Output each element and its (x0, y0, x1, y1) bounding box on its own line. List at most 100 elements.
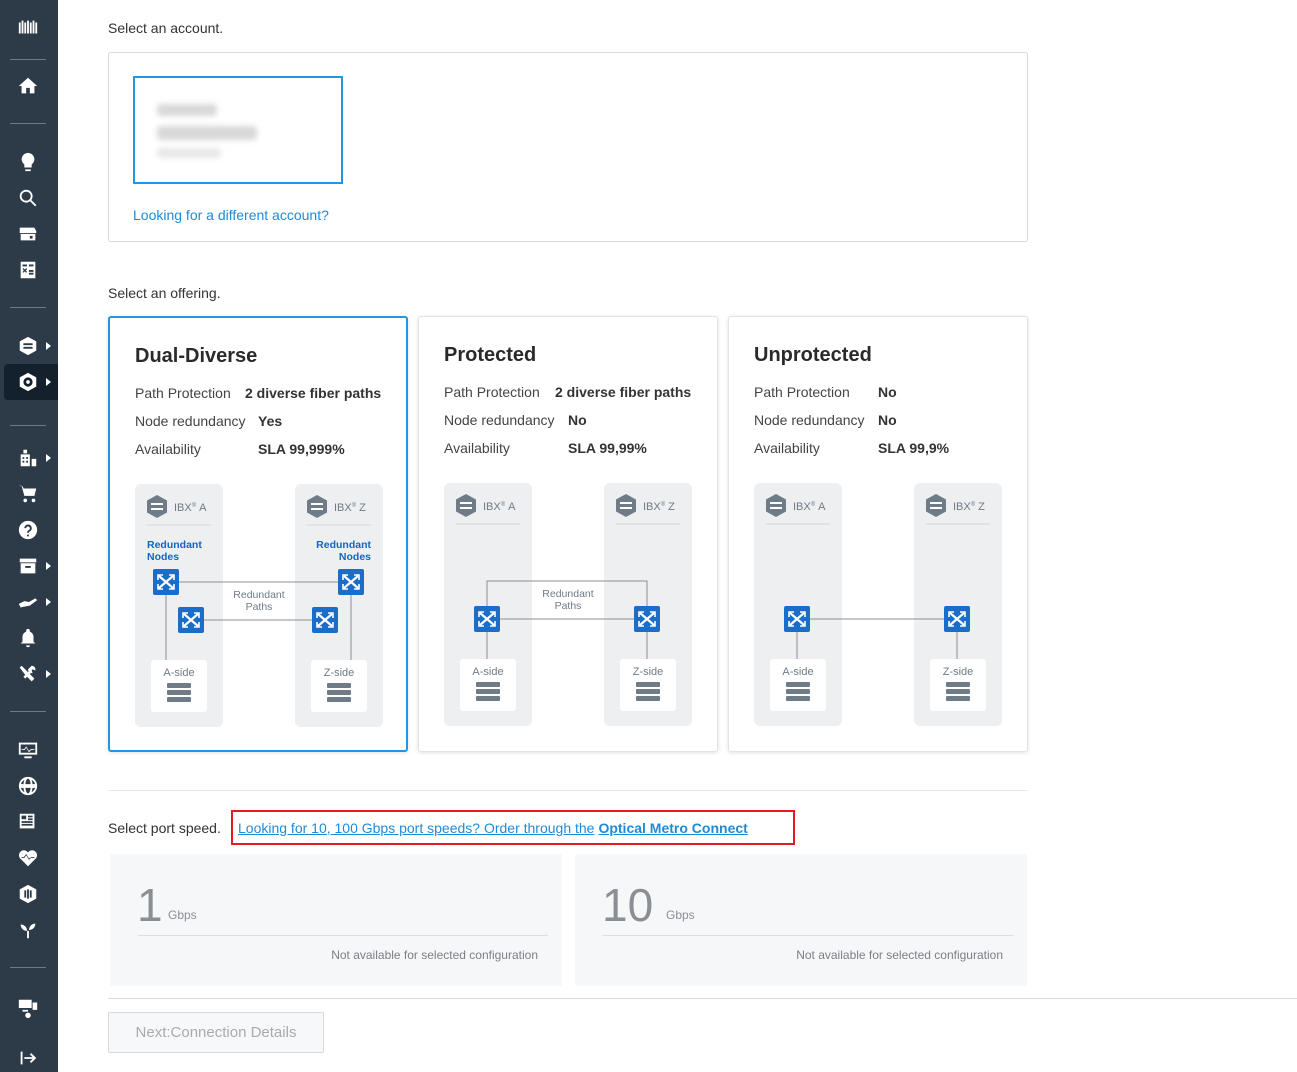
calculator-icon[interactable] (12, 254, 44, 286)
building-orders-icon[interactable] (12, 442, 44, 474)
ibx-z-label: IBX (953, 501, 971, 513)
z-side-box: Z-side (311, 660, 367, 712)
node-switch-icon (944, 606, 970, 632)
network-diagram: IBX® A IBX® Z A-side Z-side (754, 483, 1002, 726)
availability-value: SLA 99,9% (878, 440, 950, 456)
offer-title: Dual-Diverse (135, 345, 258, 367)
logout-icon[interactable] (12, 1042, 44, 1072)
archive-icon[interactable] (12, 550, 44, 582)
optical-metro-connect-link[interactable]: Looking for 10, 100 Gbps port speeds? Or… (231, 810, 795, 845)
server-icon (946, 682, 970, 701)
ibx-a-suffix: A (199, 502, 207, 514)
reg-mark: ® (501, 501, 506, 508)
different-account-link[interactable]: Looking for a different account? (133, 207, 329, 223)
svg-text:IBX®A: IBX® A (793, 501, 826, 513)
tools-icon[interactable] (12, 658, 44, 690)
ibx-z-label: IBX (334, 502, 352, 514)
devices-icon[interactable] (12, 992, 44, 1024)
home-icon[interactable] (12, 70, 44, 102)
path-protection-row: Path Protection 2 diverse fiber paths (135, 385, 381, 401)
node-switch-icon (338, 569, 364, 595)
reg-mark: ® (192, 502, 197, 509)
ibx-a-suffix: A (508, 501, 516, 513)
callout-text: Looking for 10, 100 Gbps port speeds? Or… (238, 819, 595, 836)
server-icon (476, 682, 500, 701)
node-redundancy-key: Node redundancy (444, 412, 555, 428)
reg-mark: ® (971, 501, 976, 508)
ibx-z-suffix: Z (359, 502, 366, 514)
z-side-box: Z-side (620, 659, 676, 711)
search-icon[interactable] (12, 182, 44, 214)
speed-unit: Gbps (666, 908, 695, 922)
redundant-paths-label: Redundant Paths (227, 588, 291, 614)
news-icon[interactable] (12, 806, 44, 838)
diagram-container: IBX® A IBX® Z Redundant Nodes Redundant No… (135, 484, 383, 729)
node-switch-icon (474, 606, 500, 632)
path-protection-row: Path Protection No (754, 384, 897, 400)
node-redundancy-key: Node redundancy (754, 412, 865, 428)
node-redundancy-value: Yes (258, 413, 283, 429)
redundant-nodes-label-z: Redundant (316, 539, 371, 551)
account-tile[interactable] (133, 76, 343, 184)
cart-icon[interactable] (12, 478, 44, 510)
path-protection-row: Path Protection 2 diverse fiber paths (444, 384, 691, 400)
a-side-label: A-side (472, 666, 503, 678)
path-protection-value: No (878, 384, 897, 400)
speed-value: 1 (137, 879, 163, 931)
path-protection-key: Path Protection (444, 384, 540, 400)
ibx-hex-icon[interactable] (12, 330, 44, 362)
account-blur-line (157, 104, 217, 116)
svg-text:IBX®Z: IBX® Z (953, 501, 985, 513)
redundant-paths-text: Redundant (233, 589, 284, 601)
bell-icon[interactable] (12, 622, 44, 654)
offer-card-unprotected[interactable]: Unprotected Path Protection No Node redun… (728, 316, 1028, 752)
node-switch-icon (153, 569, 179, 595)
reg-mark: ® (811, 501, 816, 508)
ibx-z-suffix: Z (668, 501, 675, 513)
availability-row: Availability SLA 99,99% (444, 440, 647, 456)
lightbulb-icon[interactable] (12, 146, 44, 178)
server-icon (167, 683, 191, 702)
node-redundancy-value: No (568, 412, 587, 428)
network-diagram: IBX® A IBX® Z Redundant Nodes Redundant No… (135, 484, 383, 727)
metal-icon[interactable] (12, 878, 44, 910)
speed-availability-note: Not available for selected configuration (331, 948, 538, 962)
equinix-logo-icon[interactable] (12, 12, 44, 44)
sprout-icon[interactable] (12, 914, 44, 946)
speed-value: 10 (602, 879, 654, 931)
redundant-paths-text: Redundant (542, 588, 593, 600)
ibx-z-suffix: Z (978, 501, 985, 513)
availability-key: Availability (444, 440, 510, 456)
speed-unit: Gbps (168, 908, 197, 922)
node-redundancy-row: Node redundancy Yes (135, 413, 282, 429)
storefront-icon[interactable] (12, 218, 44, 250)
a-side-box: A-side (151, 660, 207, 712)
speed-availability-note: Not available for selected configuration (796, 948, 1003, 962)
speed-option-10[interactable]: 10 Gbps Not available for selected confi… (575, 854, 1027, 986)
section-divider (108, 790, 1028, 791)
next-connection-details-button[interactable]: Next:Connection Details (108, 1012, 324, 1053)
account-panel: Looking for a different account? (108, 52, 1028, 242)
z-side-label: Z-side (633, 666, 664, 678)
help-icon[interactable] (12, 514, 44, 546)
redundant-paths-text: Paths (555, 600, 582, 612)
a-side-box: A-side (460, 659, 516, 711)
z-side-label: Z-side (324, 667, 355, 679)
ibx-a-suffix: A (818, 501, 826, 513)
handshake-icon[interactable] (12, 586, 44, 618)
z-side-box: Z-side (930, 659, 986, 711)
offer-title: Unprotected (754, 344, 872, 366)
offering-section-label: Select an offering. (108, 285, 221, 301)
health-icon[interactable] (12, 842, 44, 874)
offer-card-protected[interactable]: Protected Path Protection 2 diverse fiber… (418, 316, 718, 752)
speed-option-1[interactable]: 1 Gbps Not available for selected config… (110, 854, 562, 986)
globe-icon[interactable] (12, 770, 44, 802)
reg-mark: ® (661, 501, 666, 508)
z-side-label: Z-side (943, 666, 974, 678)
monitor-icon[interactable] (12, 734, 44, 766)
redundant-paths-text: Paths (246, 601, 273, 613)
ibx-a-label: IBX (174, 502, 192, 514)
offer-card-dual-diverse[interactable]: Dual-Diverse Path Protection 2 diverse fi… (108, 316, 408, 752)
sidebar (0, 0, 58, 1072)
node-redundancy-row: Node redundancy No (754, 412, 897, 428)
